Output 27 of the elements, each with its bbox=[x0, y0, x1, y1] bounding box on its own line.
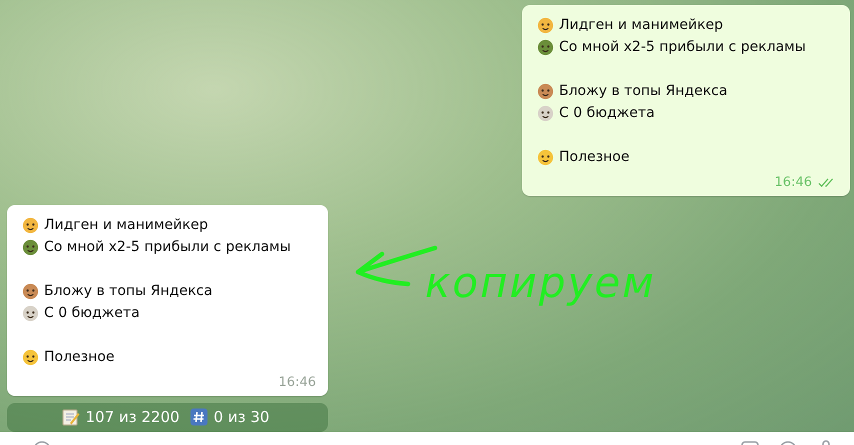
emoji-icon bbox=[536, 148, 555, 166]
emoji-icon bbox=[536, 38, 555, 56]
message-time: 16:46 bbox=[774, 175, 812, 190]
message-text: С 0 бюджета bbox=[559, 105, 655, 121]
message-text: Полезное bbox=[44, 349, 114, 365]
hashtag-count: 0 из 30 bbox=[214, 408, 270, 426]
message-text: Бложу в топы Яндекса bbox=[44, 283, 212, 299]
emoji-icon bbox=[21, 238, 40, 256]
message-text: С 0 бюджета bbox=[44, 305, 140, 321]
emoji-icon bbox=[21, 348, 40, 366]
emoji-icon bbox=[536, 104, 555, 122]
emoji-icon bbox=[536, 82, 555, 100]
message-text: Со мной x2-5 прибыли с рекламы bbox=[559, 39, 806, 55]
hash-icon bbox=[190, 408, 208, 426]
emoji-icon bbox=[21, 282, 40, 300]
emoji-icon bbox=[21, 304, 40, 322]
character-count: 107 из 2200 bbox=[86, 408, 180, 426]
handwritten-note: копируем bbox=[425, 258, 656, 307]
emoji-icon bbox=[536, 16, 555, 34]
message-time: 16:46 bbox=[278, 375, 316, 390]
message-text: Лидген и манимейкер bbox=[44, 217, 208, 233]
message-text: Лидген и манимейкер bbox=[559, 17, 724, 33]
memo-icon bbox=[62, 408, 80, 426]
message-text: Полезное bbox=[559, 149, 630, 165]
emoji-icon bbox=[21, 216, 40, 234]
message-text: Со мной x2-5 прибыли с рекламы bbox=[44, 239, 291, 255]
message-text: Бложу в топы Яндекса bbox=[559, 83, 728, 99]
